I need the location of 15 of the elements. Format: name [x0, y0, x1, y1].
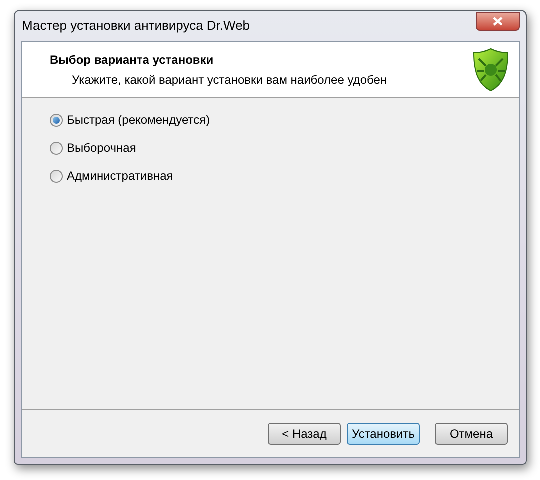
- close-button[interactable]: [476, 12, 520, 30]
- close-icon: [493, 16, 503, 26]
- window-title: Мастер установки антивируса Dr.Web: [21, 17, 250, 36]
- radio-button[interactable]: [50, 142, 63, 154]
- dialog-button[interactable]: Установить: [347, 422, 420, 444]
- radio-button[interactable]: [50, 114, 63, 126]
- header-subtitle: Укажите, какой вариант установки вам наиболее удобен: [71, 72, 388, 88]
- radio-button[interactable]: [50, 170, 63, 182]
- shield-icon: [471, 46, 511, 92]
- header-title: Выбор варианта установки: [50, 52, 215, 68]
- radio-option[interactable]: Быстрая (рекомендуется): [50, 111, 519, 129]
- radio-option[interactable]: Выборочная: [50, 139, 519, 157]
- dialog-button[interactable]: Отмена: [435, 422, 508, 444]
- dialog-button[interactable]: < Назад: [268, 422, 341, 444]
- radio-option[interactable]: Административная: [50, 167, 519, 185]
